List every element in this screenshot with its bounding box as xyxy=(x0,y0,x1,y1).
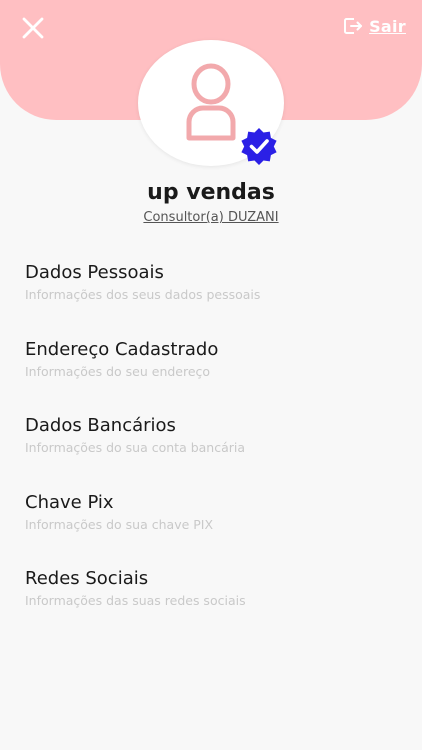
menu-item-dados-bancarios[interactable]: Dados Bancários Informações do sua conta… xyxy=(25,415,397,492)
menu-item-subtitle: Informações das suas redes sociais xyxy=(25,593,246,608)
logout-button[interactable]: Sair xyxy=(343,16,406,36)
user-icon xyxy=(186,63,236,141)
menu-item-title: Dados Pessoais xyxy=(25,262,164,283)
menu-item-subtitle: Informações do seu endereço xyxy=(25,363,211,379)
profile-name: up vendas xyxy=(147,180,275,205)
menu-item-redes-sociais[interactable]: Redes Sociais Informações das suas redes… xyxy=(25,568,397,645)
menu-item-endereco[interactable]: Endereço Cadastrado Informações do seu e… xyxy=(25,339,397,416)
profile-role: Consultor(a) DUZANI xyxy=(143,210,279,225)
menu-item-chave-pix[interactable]: Chave Pix Informações do sua chave PIX xyxy=(25,492,397,569)
logout-icon xyxy=(344,18,363,34)
menu-item-title: Chave Pix xyxy=(25,491,114,513)
close-button[interactable] xyxy=(20,15,46,41)
menu-item-dados-pessoais[interactable]: Dados Pessoais Informações dos seus dado… xyxy=(25,262,397,339)
verified-badge-icon xyxy=(241,128,277,165)
menu-item-title: Redes Sociais xyxy=(25,568,149,589)
logout-label: Sair xyxy=(369,16,406,36)
close-icon xyxy=(22,17,44,39)
menu-item-subtitle: Informações do sua chave PIX xyxy=(25,516,214,532)
menu-item-title: Endereço Cadastrado xyxy=(25,338,219,360)
menu-item-subtitle: Informações dos seus dados pessoais xyxy=(25,287,261,302)
menu-item-subtitle: Informações do sua conta bancária xyxy=(25,440,246,455)
profile-menu: Dados Pessoais Informações dos seus dado… xyxy=(25,262,397,645)
menu-item-title: Dados Bancários xyxy=(25,415,176,436)
